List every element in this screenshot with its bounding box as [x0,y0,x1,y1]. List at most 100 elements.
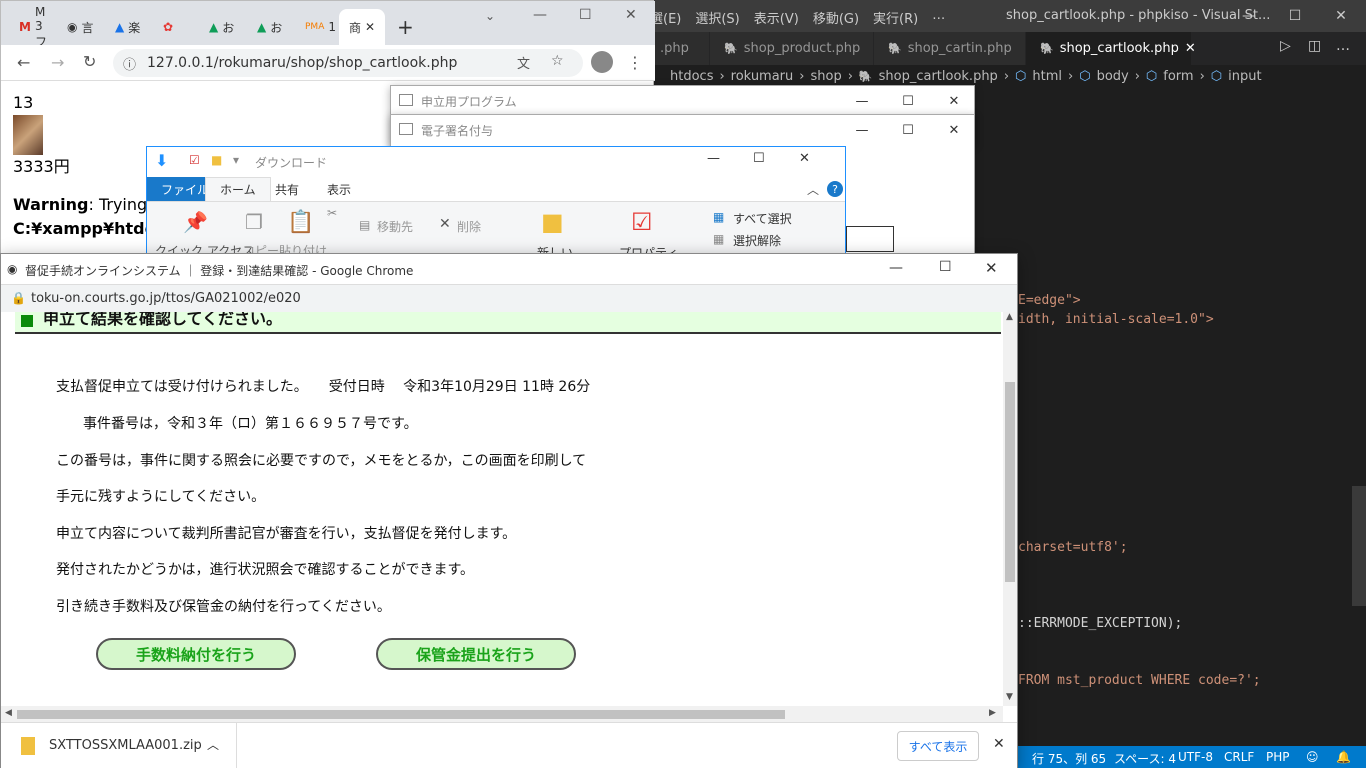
minimize-icon[interactable]: — [839,86,885,116]
code-line[interactable]: charset=utf8'; [1018,540,1128,555]
close-icon[interactable]: ✕ [799,151,810,166]
scroll-down-icon[interactable]: ▼ [1006,692,1013,702]
horizontal-scrollbar[interactable]: ◀ ▶ [1,706,1003,722]
scrollbar-thumb[interactable] [1005,382,1015,582]
scroll-right-icon[interactable]: ▶ [989,708,996,718]
address-bar[interactable]: 🔒 toku-on.courts.go.jp/ttos/GA021002/e02… [1,284,1017,312]
translate-icon[interactable]: 文 [517,53,530,72]
select-all-button[interactable]: すべて選択 [733,210,792,227]
close-icon[interactable]: ✕ [931,86,977,116]
maximize-icon[interactable]: ☐ [1272,0,1318,32]
close-tab-icon[interactable]: ✕ [1185,41,1196,56]
status-encoding[interactable]: UTF-8 [1178,750,1213,764]
reload-icon[interactable]: ↻ [83,52,96,71]
tab-search-icon[interactable]: ⌄ [485,9,495,23]
checkbox-icon[interactable]: ☑ [189,153,200,167]
tab-5[interactable]: ▲ お [199,9,243,45]
tab-share[interactable]: 共有 [261,177,313,201]
maximize-icon[interactable]: ☐ [885,115,931,145]
info-icon[interactable]: ⓘ [123,54,136,73]
move-to-button[interactable]: 移動先 [377,218,413,235]
more-actions-icon[interactable]: … [1336,38,1350,54]
scrollbar-thumb[interactable] [17,710,785,719]
tab-active[interactable]: 商 ✕ [339,9,385,45]
close-icon[interactable]: ✕ [993,736,1005,752]
menu-selection[interactable]: 選択(S) [695,8,739,27]
submit-deposit-button[interactable]: 保管金提出を行う [376,638,576,670]
breadcrumb-item[interactable]: form [1163,69,1193,84]
new-tab-icon[interactable]: + [397,15,414,39]
delete-button[interactable]: 削除 [457,218,481,235]
editor-scrollbar[interactable] [1352,486,1366,606]
menu-icon[interactable]: ⋮ [627,53,643,72]
qat-dropdown-icon[interactable]: ▾ [233,153,239,167]
address-bar[interactable]: ⓘ 127.0.0.1/rokumaru/shop/shop_cartlook.… [113,49,583,77]
chevron-up-icon[interactable]: ︿ [207,736,219,753]
code-line[interactable]: E=edge"> [1018,293,1081,308]
help-icon[interactable]: ? [827,181,843,197]
maximize-icon[interactable]: ☐ [939,259,952,275]
avatar[interactable] [591,51,613,73]
close-icon[interactable]: ✕ [985,259,998,277]
star-icon[interactable]: ☆ [551,53,564,69]
scroll-left-icon[interactable]: ◀ [5,708,12,718]
breadcrumb-item[interactable]: input [1228,69,1261,84]
status-indent[interactable]: スペース: 4 [1114,750,1176,767]
menu-go[interactable]: 移動(G) [813,8,859,27]
code-line[interactable]: FROM mst_product WHERE code=?'; [1018,673,1261,688]
minimize-icon[interactable]: — [839,115,885,145]
breadcrumb-item[interactable]: shop [810,69,841,84]
minimize-icon[interactable]: — [707,151,720,166]
bell-icon[interactable]: 🔔 [1336,750,1351,764]
feedback-icon[interactable]: ☺ [1306,750,1319,764]
close-icon[interactable]: ✕ [1318,0,1364,32]
minimize-icon[interactable]: — [533,7,547,23]
select-none-button[interactable]: 選択解除 [733,232,781,249]
tab-gmail[interactable]: MM 3 フ [9,5,53,49]
breadcrumb-item[interactable]: body [1097,69,1129,84]
tab-view[interactable]: 表示 [313,177,365,201]
close-tab-icon[interactable]: ✕ [365,20,375,34]
back-icon[interactable]: ← [17,53,30,72]
code-line[interactable]: idth, initial-scale=1.0"> [1018,312,1214,327]
minimize-icon[interactable]: — [889,260,903,276]
tab-shop-cartin[interactable]: 🐘 shop_cartin.php [874,32,1026,65]
breadcrumb-item[interactable]: html [1032,69,1062,84]
tab-4[interactable]: ✿ [153,9,197,45]
status-eol[interactable]: CRLF [1224,750,1254,764]
status-position[interactable]: 行 75、列 65 [1032,750,1106,767]
breadcrumb-item[interactable]: rokumaru [731,69,794,84]
tab-shop-product[interactable]: 🐘 shop_product.php [710,32,874,65]
cut-icon[interactable]: ✂ [327,206,337,220]
show-all-button[interactable]: すべて表示 [897,731,979,761]
close-icon[interactable]: ✕ [931,115,977,145]
vertical-scrollbar[interactable]: ▲ ▼ [1003,312,1017,706]
run-icon[interactable]: ▷ [1280,38,1291,54]
forward-icon[interactable]: → [51,53,64,72]
warning-text: : Trying [88,195,148,214]
php-file-icon: 🐘 [724,42,738,55]
code-line[interactable]: ::ERRMODE_EXCEPTION); [1018,616,1182,631]
scroll-up-icon[interactable]: ▲ [1006,312,1013,322]
chevron-up-icon[interactable]: ︿ [807,181,819,198]
tab-shop-cartlook[interactable]: 🐘 shop_cartlook.php ✕ [1026,32,1196,65]
menu-view[interactable]: 表示(V) [754,8,799,27]
close-icon[interactable]: ✕ [625,7,637,23]
pay-fee-button[interactable]: 手数料納付を行う [96,638,296,670]
menu-run[interactable]: 実行(R) [873,8,918,27]
breadcrumb-item[interactable]: shop_cartlook.php [879,69,998,84]
tab-2[interactable]: ◉ 言 [57,9,101,45]
maximize-icon[interactable]: ☐ [885,86,931,116]
split-editor-icon[interactable]: ◫ [1308,38,1321,54]
download-item[interactable]: SXTTOSSXMLAA001.zip ︿ [1,723,237,768]
maximize-icon[interactable]: ☐ [579,7,592,23]
maximize-icon[interactable]: ☐ [753,151,765,166]
status-language[interactable]: PHP [1266,750,1290,764]
tab-6[interactable]: ▲ お [247,9,291,45]
minimize-icon[interactable]: — [1226,0,1272,32]
tab-7[interactable]: PMA 1 [295,9,339,45]
breadcrumb-item[interactable]: htdocs [670,69,713,84]
tab-3[interactable]: ▲ 楽 [105,9,149,45]
folder-icon[interactable]: ■ [211,153,222,167]
menu-more[interactable]: … [932,8,945,27]
